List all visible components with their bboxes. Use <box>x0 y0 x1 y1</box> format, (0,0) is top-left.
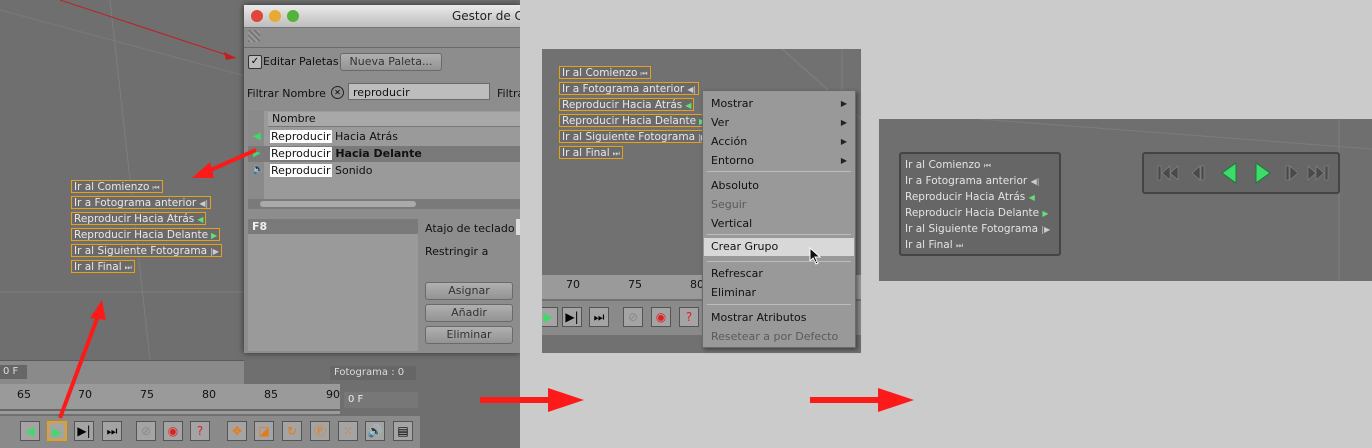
cmd-prev-frame[interactable]: Ir a Fotograma anterior ◀| <box>559 82 700 95</box>
cmd-label: Reproducir Hacia Atrás <box>562 99 683 111</box>
play-back-icon: ◀ <box>1028 193 1035 202</box>
menu-item-refrescar[interactable]: Refrescar <box>711 267 763 280</box>
step-back-icon: ◀| <box>1030 177 1040 186</box>
submenu-arrow-icon: ▶ <box>840 118 847 127</box>
cmd-play-back[interactable]: Reproducir Hacia Atrás ◀ <box>905 191 1035 203</box>
menu-item-seguir: Seguir <box>711 198 747 211</box>
menu-separator <box>707 304 851 305</box>
menu-separator <box>707 171 851 172</box>
transition-arrow-2 <box>810 388 914 412</box>
transition-arrow-1 <box>480 388 584 412</box>
context-menu: Mostrar ▶ Ver ▶ Acción ▶ Entorno ▶ Absoluto … <box>702 90 856 348</box>
cmd-prev-frame[interactable]: Ir a Fotograma anterior ◀| <box>905 175 1039 187</box>
skip-start-icon <box>1157 165 1162 181</box>
tick-label: 70 <box>566 278 580 291</box>
record-icon[interactable]: ◉ <box>651 307 671 327</box>
tick-label: 75 <box>628 278 642 291</box>
step-back-icon <box>1191 165 1201 181</box>
cmd-label: Reproducir Hacia Delante <box>562 115 697 127</box>
play-forward-icon: ▶ <box>1042 209 1049 218</box>
menu-item-absoluto[interactable]: Absoluto <box>711 179 759 192</box>
cmd-next-frame[interactable]: Ir al Siguiente Fotograma |▶ <box>905 223 1050 235</box>
step-forward-icon: |▶ <box>1041 225 1051 234</box>
cmd-play-forward[interactable]: Reproducir Hacia Delante ▶ <box>905 207 1049 219</box>
cmd-label: Ir al Siguiente Fotograma <box>905 223 1038 235</box>
play-back-icon <box>1221 162 1237 184</box>
cmd-go-end[interactable]: Ir al Final ⏭ <box>905 239 963 251</box>
command-group-text: Ir al Comienzo ⏮ Ir a Fotograma anterior… <box>899 152 1061 256</box>
skip-start-icon: ⏮ <box>640 69 648 78</box>
submenu-arrow-icon: ▶ <box>840 156 847 165</box>
submenu-arrow-icon: ▶ <box>840 99 847 108</box>
mouse-cursor-icon <box>809 247 822 265</box>
submenu-arrow-icon: ▶ <box>840 137 847 146</box>
cmd-go-end[interactable]: Ir al Final ⏭ <box>559 146 623 159</box>
cmd-label: Reproducir Hacia Atrás <box>905 191 1026 203</box>
menu-item-crear-grupo[interactable]: Crear Grupo <box>704 238 854 256</box>
help-icon[interactable]: ? <box>679 307 699 327</box>
skip-end-icon <box>1324 165 1329 181</box>
cmd-next-frame[interactable]: Ir al Siguiente Fotograma|▶ <box>559 130 710 143</box>
skip-end-icon <box>1307 165 1317 181</box>
cmd-label: Ir al Siguiente Fotograma <box>562 131 695 143</box>
menu-separator <box>707 261 851 262</box>
menu-item-entorno[interactable]: Entorno <box>711 154 754 167</box>
menu-item-vertical[interactable]: Vertical <box>711 217 752 230</box>
menu-item-accion[interactable]: Acción <box>711 135 747 148</box>
menu-separator <box>707 234 851 235</box>
viewport-panel-3: Ir al Comienzo ⏮ Ir a Fotograma anterior… <box>879 119 1372 281</box>
skip-end-icon <box>1315 165 1325 181</box>
cmd-label: Ir al Comienzo <box>905 159 981 171</box>
skip-end-icon: ⏭ <box>955 241 964 250</box>
step-forward-icon[interactable]: ▶| <box>562 307 582 327</box>
menu-item-mostrar[interactable]: Mostrar <box>711 97 753 110</box>
record-lock-icon[interactable]: ⊘ <box>623 307 643 327</box>
skip-end-icon[interactable]: ⏭ <box>589 307 609 327</box>
step-back-icon <box>1200 165 1205 181</box>
menu-item-ver[interactable]: Ver <box>711 116 729 129</box>
step-forward-icon <box>1285 165 1290 181</box>
menu-item-eliminar[interactable]: Eliminar <box>711 286 756 299</box>
cmd-play-back[interactable]: Reproducir Hacia Atrás ◀ <box>559 98 695 111</box>
step-back-icon: ◀| <box>687 85 697 94</box>
menu-item-resetear: Resetear a por Defecto <box>711 330 839 343</box>
skip-start-icon <box>1161 165 1171 181</box>
command-group-icons <box>1142 152 1340 194</box>
cmd-label: Reproducir Hacia Delante <box>905 207 1040 219</box>
play-back-icon: ◀ <box>685 101 692 110</box>
cmd-label: Ir a Fotograma anterior <box>562 83 685 95</box>
cmd-label: Ir al Final <box>905 239 953 251</box>
cmd-go-start[interactable]: Ir al Comienzo ⏮ <box>905 159 991 171</box>
step-forward-icon <box>1289 165 1299 181</box>
cmd-play-forward[interactable]: Reproducir Hacia Delante▶ <box>559 114 709 127</box>
play-forward-icon <box>1255 162 1271 184</box>
menu-item-mostrar-atributos[interactable]: Mostrar Atributos <box>711 311 807 324</box>
viewport-panel-1: Ir al Comienzo ⏮ Ir a Fotograma anterior ◀… <box>0 0 520 448</box>
menu-item-label: Crear Grupo <box>711 240 779 253</box>
play-forward-icon[interactable]: ▶ <box>542 307 558 327</box>
cmd-go-start[interactable]: Ir al Comienzo ⏮ <box>559 66 651 79</box>
annotation-arrows <box>58 148 257 419</box>
skip-start-icon: ⏮ <box>983 161 991 170</box>
cmd-label: Ir al Final <box>562 147 610 159</box>
cmd-label: Ir a Fotograma anterior <box>905 175 1028 187</box>
skip-end-icon: ⏭ <box>612 149 620 158</box>
cmd-label: Ir al Comienzo <box>562 67 638 79</box>
playback-icons <box>1157 162 1329 184</box>
skip-start-icon <box>1169 165 1179 181</box>
